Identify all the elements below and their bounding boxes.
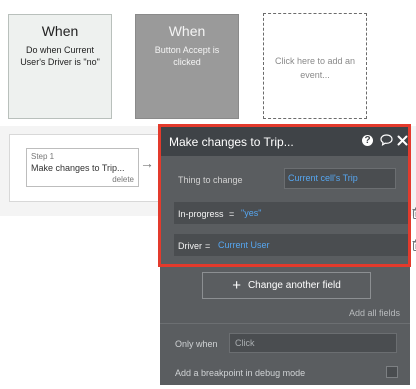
thing-to-change-field[interactable]: Current cell's Trip	[284, 168, 396, 189]
thing-to-change-row: Thing to change Current cell's Trip	[174, 168, 408, 190]
panel-header: Make changes to Trip... ?	[160, 126, 410, 156]
step-container: Step 1 Make changes to Trip... delete	[9, 134, 159, 202]
field-operator: =	[229, 209, 235, 219]
step-delete-link[interactable]: delete	[112, 175, 134, 184]
add-event-placeholder[interactable]: Click here to add an event...	[263, 13, 367, 119]
thing-to-change-label: Thing to change	[178, 175, 243, 185]
close-icon[interactable]	[395, 133, 409, 147]
action-properties-panel: Make changes to Trip... ? Thing to chang…	[160, 126, 416, 385]
trash-icon[interactable]	[412, 239, 416, 251]
comment-icon[interactable]	[379, 133, 393, 147]
field-key: Driver	[178, 241, 202, 251]
field-value[interactable]: "yes"	[241, 208, 261, 218]
change-another-field-button[interactable]: + Change another field	[202, 272, 371, 299]
change-another-field-label: Change another field	[247, 280, 341, 291]
plus-icon: +	[232, 277, 241, 294]
field-key: In-progress	[178, 209, 224, 219]
event-title: When	[168, 23, 206, 39]
field-value[interactable]: Current User	[218, 240, 270, 250]
breakpoint-checkbox[interactable]	[386, 366, 398, 378]
event-description: Button Accept is clicked	[154, 45, 220, 67]
field-row-driver[interactable]: Driver = Current User	[174, 234, 416, 256]
panel-divider	[160, 323, 410, 324]
step-number: Step 1	[31, 152, 55, 161]
step-name: Make changes to Trip...	[31, 163, 125, 173]
event-card-button-accept[interactable]: When Button Accept is clicked	[135, 14, 239, 119]
trash-icon[interactable]	[412, 207, 416, 219]
field-operator: =	[205, 241, 211, 251]
event-card-driver-no[interactable]: When Do when Current User's Driver is "n…	[8, 14, 112, 119]
step-1-card[interactable]: Step 1 Make changes to Trip... delete	[26, 148, 139, 187]
help-icon[interactable]: ?	[362, 135, 373, 146]
arrow-right-icon: →	[140, 155, 154, 171]
panel-title: Make changes to Trip...	[169, 135, 294, 149]
event-title: When	[41, 23, 79, 39]
add-all-fields-link[interactable]: Add all fields	[349, 308, 400, 318]
add-event-label: Click here to add an event...	[274, 56, 356, 80]
breakpoint-label: Add a breakpoint in debug mode	[175, 368, 306, 378]
field-row-in-progress[interactable]: In-progress = "yes"	[174, 202, 416, 224]
only-when-label: Only when	[175, 339, 218, 349]
only-when-input[interactable]: Click	[229, 333, 397, 353]
event-description: Do when Current User's Driver is "no"	[20, 45, 100, 67]
